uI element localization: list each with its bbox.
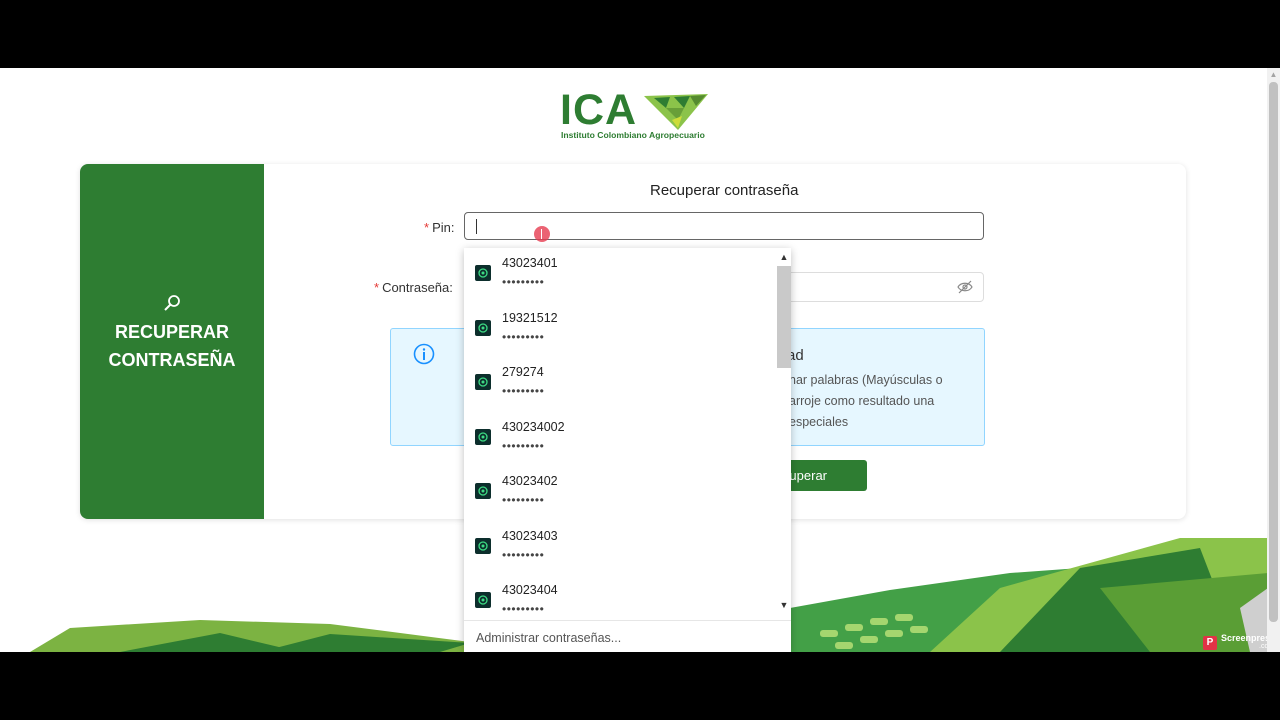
autofill-masked-password: ••••••••• bbox=[502, 275, 545, 289]
autofill-scroll-thumb[interactable] bbox=[777, 266, 791, 368]
info-circle-icon bbox=[413, 343, 435, 365]
autofill-username: 430234002 bbox=[502, 419, 565, 434]
logo-mark-icon bbox=[644, 94, 708, 130]
page-scroll-thumb[interactable] bbox=[1269, 82, 1278, 622]
eye-invisible-icon[interactable] bbox=[957, 280, 973, 294]
side-title-line1: RECUPERAR bbox=[114, 322, 229, 342]
side-title-line2: CONTRASEÑA bbox=[108, 350, 236, 370]
alert-line-2: arroje como resultado una bbox=[789, 394, 935, 408]
pin-label: * Pin: bbox=[424, 220, 454, 235]
key-badge-icon bbox=[475, 592, 491, 608]
autofill-scrollbar[interactable]: ▲ ▼ bbox=[777, 248, 791, 620]
autofill-item[interactable]: 279274 ••••••••• bbox=[464, 357, 776, 411]
password-label-text: Contraseña bbox=[382, 280, 450, 295]
autofill-username: 43023404 bbox=[502, 583, 558, 597]
search-key-icon bbox=[164, 295, 180, 311]
alert-line-1: nar palabras (Mayúsculas o bbox=[789, 373, 943, 387]
autofill-username: 279274 bbox=[502, 365, 544, 379]
autofill-username: 43023401 bbox=[502, 256, 558, 270]
autofill-item[interactable]: 43023401 ••••••••• bbox=[464, 248, 776, 302]
side-panel-title: RECUPERAR CONTRASEÑA bbox=[80, 318, 264, 374]
autofill-masked-password: ••••••••• bbox=[502, 329, 545, 344]
scroll-up-arrow-icon[interactable]: ▲ bbox=[777, 252, 791, 262]
text-caret bbox=[476, 219, 477, 234]
manage-passwords-label: Administrar contraseñas... bbox=[476, 631, 622, 645]
scroll-down-arrow-icon[interactable]: ▼ bbox=[777, 600, 791, 610]
key-badge-icon bbox=[475, 265, 491, 281]
autofill-dropdown: 43023401 ••••••••• 19321512 ••••••••• 27… bbox=[464, 248, 791, 652]
key-badge-icon bbox=[475, 319, 491, 336]
autofill-item[interactable]: 19321512 ••••••••• bbox=[464, 303, 776, 357]
label-colon: : bbox=[450, 220, 455, 235]
key-badge-icon bbox=[475, 428, 491, 445]
autofill-username: 43023402 bbox=[502, 474, 558, 488]
key-badge-icon bbox=[475, 483, 491, 499]
autofill-masked-password: ••••••••• bbox=[502, 547, 545, 562]
side-panel: RECUPERAR CONTRASEÑA bbox=[80, 164, 264, 519]
autofill-username: 43023403 bbox=[502, 528, 558, 543]
manage-passwords[interactable]: Administrar contraseñas... bbox=[464, 620, 791, 652]
alert-line-3: especiales bbox=[789, 415, 849, 429]
password-label: * Contraseña: bbox=[374, 280, 453, 295]
logo-subtitle: Instituto Colombiano Agropecuario bbox=[561, 130, 705, 140]
screenpresso-logo-icon: P bbox=[1203, 636, 1217, 650]
pin-label-text: Pin bbox=[432, 220, 451, 235]
required-mark: * bbox=[374, 280, 380, 295]
logo-word: ICA bbox=[560, 86, 638, 134]
key-badge-icon bbox=[475, 537, 491, 554]
page-scrollbar[interactable]: ▲ bbox=[1267, 68, 1280, 652]
autofill-masked-password: ••••••••• bbox=[502, 438, 545, 453]
page: ICA Instituto Colombiano Agropecuario RE… bbox=[0, 68, 1280, 652]
page-scroll-up-icon[interactable]: ▲ bbox=[1267, 69, 1280, 81]
autofill-item[interactable]: 43023402 ••••••••• bbox=[464, 466, 776, 520]
autofill-masked-password: ••••••••• bbox=[502, 602, 545, 616]
autofill-username: 19321512 bbox=[502, 310, 558, 325]
key-badge-icon bbox=[475, 374, 491, 390]
ica-logo: ICA Instituto Colombiano Agropecuario bbox=[560, 86, 710, 144]
autofill-masked-password: ••••••••• bbox=[502, 493, 545, 507]
autofill-item[interactable]: 430234002 ••••••••• bbox=[464, 412, 776, 466]
label-colon: : bbox=[449, 280, 453, 295]
autofill-item[interactable]: 43023403 ••••••••• bbox=[464, 521, 776, 575]
required-mark: * bbox=[424, 220, 430, 235]
autofill-masked-password: ••••••••• bbox=[502, 384, 545, 398]
mouse-cursor-highlight bbox=[534, 226, 550, 242]
form-title: Recuperar contraseña bbox=[650, 182, 799, 199]
